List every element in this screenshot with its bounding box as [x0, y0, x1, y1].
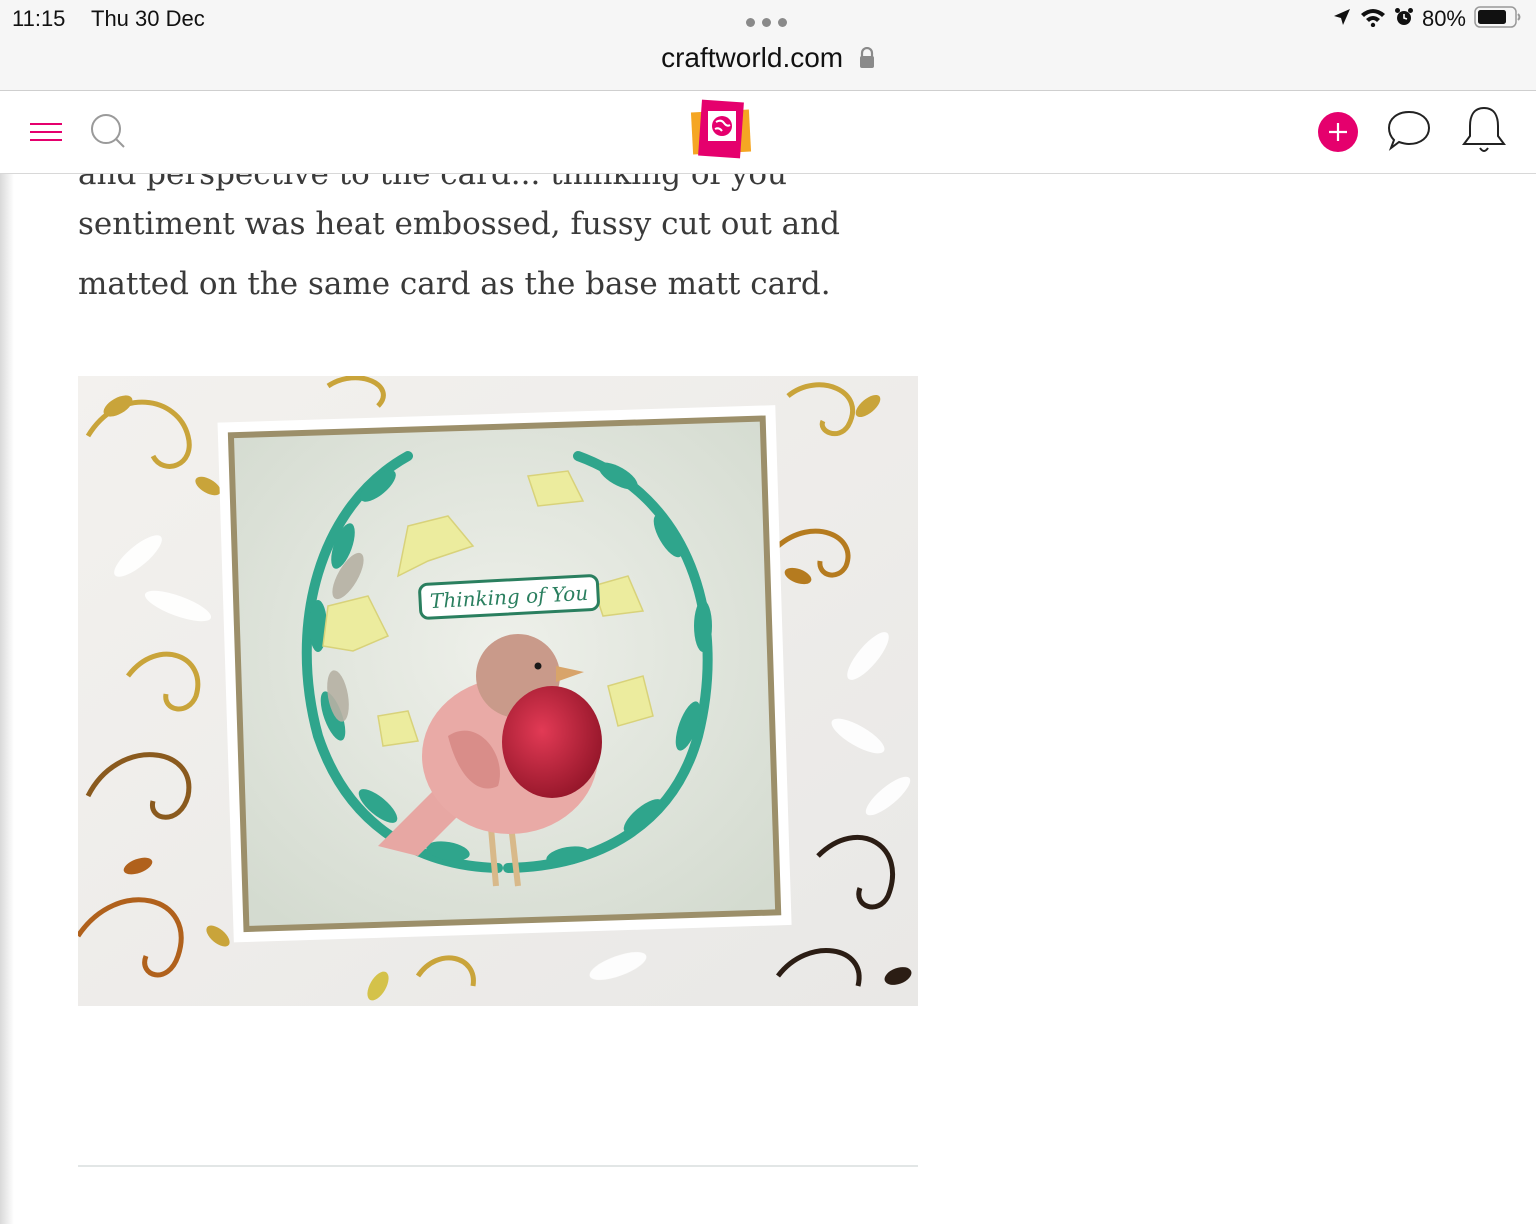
location-arrow-icon — [1332, 7, 1352, 32]
battery-percent: 80% — [1421, 6, 1466, 31]
left-edge-shadow — [0, 91, 14, 1224]
bell-icon[interactable] — [1460, 103, 1508, 157]
alarm-icon — [1394, 7, 1414, 32]
article-line-2: matted on the same card as the base matt… — [78, 266, 831, 302]
multitasking-dots-icon[interactable] — [746, 18, 787, 27]
card-illustration: Thinking of You — [78, 376, 918, 1006]
wifi-icon — [1360, 7, 1386, 32]
content-divider — [78, 1165, 918, 1167]
status-indicators: 80% — [1332, 4, 1522, 34]
status-time: 11:15 — [12, 6, 66, 31]
address-bar[interactable]: craftworld.com — [0, 42, 1536, 76]
plus-icon[interactable] — [1316, 110, 1360, 154]
article-body: and perspective to the card... thinking … — [78, 156, 918, 314]
status-date: Thu 30 Dec — [91, 6, 205, 31]
sentiment-label: Thinking of You — [418, 574, 600, 620]
status-bar: 11:15 Thu 30 Dec 80% craftworld.com — [0, 0, 1536, 91]
craftworld-logo[interactable] — [688, 97, 754, 163]
battery-icon — [1474, 5, 1522, 33]
lock-icon — [859, 44, 875, 76]
chat-bubble-icon[interactable] — [1384, 107, 1434, 155]
hamburger-menu-icon[interactable] — [28, 117, 64, 147]
site-header — [0, 91, 1536, 174]
card-photo[interactable]: Thinking of You — [78, 376, 918, 1006]
url-text: craftworld.com — [661, 42, 844, 73]
search-icon[interactable] — [88, 111, 128, 151]
